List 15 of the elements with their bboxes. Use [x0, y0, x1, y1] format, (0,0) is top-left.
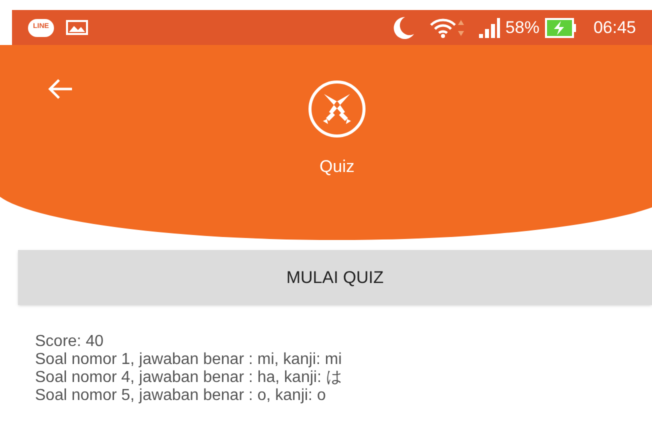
answer-line: Soal nomor 4, jawaban benar : ha, kanji: は: [35, 369, 343, 387]
moon-icon: [393, 16, 416, 40]
answer-line: Soal nomor 5, jawaban benar : o, kanji: o: [35, 387, 327, 405]
start-quiz-button[interactable]: MULAI QUIZ: [18, 250, 652, 305]
page-title: Quiz: [320, 156, 354, 178]
battery-charging-icon: [545, 18, 578, 38]
clock-time: 06:45: [593, 16, 636, 39]
data-arrows-icon: [457, 18, 466, 38]
score-text: Score: 40: [35, 333, 104, 351]
wifi-icon: [429, 16, 458, 38]
crossed-swords-icon: [308, 80, 366, 138]
answer-line: Soal nomor 1, jawaban benar : mi, kanji: mi: [35, 351, 343, 369]
battery-percent: 58%: [505, 16, 540, 39]
signal-icon: [479, 16, 502, 38]
image-icon: [66, 20, 88, 35]
